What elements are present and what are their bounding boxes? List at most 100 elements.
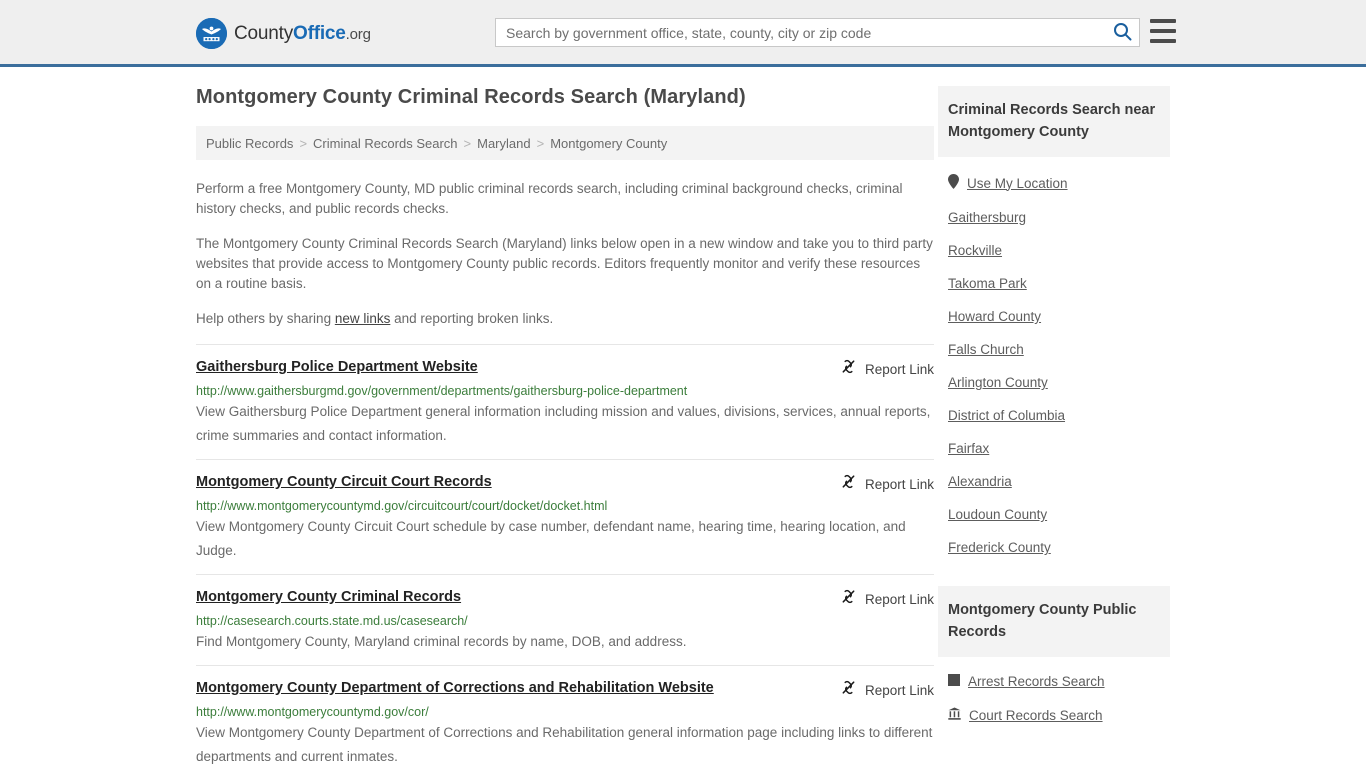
nearby-panel-list: Use My Location Gaithersburg Rockville T…: [938, 157, 1170, 564]
result-url[interactable]: http://www.montgomerycountymd.gov/cor/: [196, 705, 934, 719]
public-records-panel-list: Arrest Records Search Court Records Sear…: [938, 657, 1170, 732]
sidebar-link-label[interactable]: Court Records Search: [969, 708, 1103, 723]
sidebar: Criminal Records Search near Montgomery …: [938, 86, 1170, 732]
report-link-button[interactable]: Report Link: [840, 679, 934, 701]
result-item: Gaithersburg Police Department Website R…: [196, 344, 934, 459]
result-title-link[interactable]: Gaithersburg Police Department Website: [196, 358, 478, 377]
share-text-before: Help others by sharing: [196, 311, 335, 326]
result-title-link[interactable]: Montgomery County Criminal Records: [196, 588, 461, 607]
report-link-button[interactable]: Report Link: [840, 358, 934, 380]
site-header: CountyOffice.org: [0, 0, 1366, 67]
map-pin-icon: [948, 174, 959, 192]
search-input[interactable]: [496, 19, 1105, 46]
hamburger-bar-1: [1150, 19, 1176, 23]
search-bar[interactable]: [495, 18, 1140, 47]
broken-link-icon: [840, 473, 857, 495]
report-link-label: Report Link: [864, 361, 934, 377]
sidebar-link-label[interactable]: Gaithersburg: [948, 210, 1026, 225]
result-item: Montgomery County Circuit Court Records …: [196, 459, 934, 574]
breadcrumb: Public Records > Criminal Records Search…: [196, 126, 934, 160]
logo-word-county: County: [234, 22, 294, 44]
breadcrumb-item-montgomery-county[interactable]: Montgomery County: [550, 136, 667, 151]
result-item: Montgomery County Department of Correcti…: [196, 665, 934, 768]
result-description: View Montgomery County Circuit Court sch…: [196, 519, 906, 558]
result-description: View Montgomery County Department of Cor…: [196, 725, 933, 764]
intro-paragraph-3: Help others by sharing new links and rep…: [196, 309, 934, 329]
logo-word-org: .org: [345, 25, 371, 43]
result-title-link[interactable]: Montgomery County Department of Correcti…: [196, 679, 714, 698]
sidebar-link-label[interactable]: Use My Location: [967, 176, 1068, 191]
sidebar-item-fairfax[interactable]: Fairfax: [938, 432, 1170, 465]
courthouse-icon: [948, 707, 961, 723]
sidebar-item-rockville[interactable]: Rockville: [938, 234, 1170, 267]
sidebar-item-gaithersburg[interactable]: Gaithersburg: [938, 201, 1170, 234]
hamburger-menu-icon[interactable]: [1150, 19, 1176, 43]
report-link-label: Report Link: [864, 682, 934, 698]
sidebar-link-label[interactable]: Howard County: [948, 309, 1041, 324]
new-links-link[interactable]: new links: [335, 311, 391, 326]
sidebar-item-alexandria[interactable]: Alexandria: [938, 465, 1170, 498]
breadcrumb-separator: >: [463, 135, 472, 151]
sidebar-item-falls-church[interactable]: Falls Church: [938, 333, 1170, 366]
result-url[interactable]: http://www.montgomerycountymd.gov/circui…: [196, 499, 934, 513]
sidebar-link-label[interactable]: Fairfax: [948, 441, 989, 456]
broken-link-icon: [840, 358, 857, 380]
sidebar-item-takoma-park[interactable]: Takoma Park: [938, 267, 1170, 300]
report-link-button[interactable]: Report Link: [840, 588, 934, 610]
logo-word-office: Office: [293, 22, 346, 44]
sidebar-item-use-my-location[interactable]: Use My Location: [938, 165, 1170, 201]
intro-paragraph-1: Perform a free Montgomery County, MD pub…: [196, 181, 903, 216]
public-records-panel-title: Montgomery County Public Records: [938, 586, 1170, 657]
sidebar-item-arlington-county[interactable]: Arlington County: [938, 366, 1170, 399]
sidebar-link-label[interactable]: Frederick County: [948, 540, 1051, 555]
sidebar-link-label[interactable]: Loudoun County: [948, 507, 1047, 522]
share-text-after: and reporting broken links.: [390, 311, 554, 326]
sidebar-link-label[interactable]: District of Columbia: [948, 408, 1065, 423]
result-title-link[interactable]: Montgomery County Circuit Court Records: [196, 473, 492, 492]
report-link-label: Report Link: [864, 591, 934, 607]
sidebar-item-howard-county[interactable]: Howard County: [938, 300, 1170, 333]
sidebar-item-district-of-columbia[interactable]: District of Columbia: [938, 399, 1170, 432]
sidebar-link-label[interactable]: Arlington County: [948, 375, 1048, 390]
broken-link-icon: [840, 679, 857, 701]
result-item: Montgomery County Criminal Records Repor…: [196, 574, 934, 665]
main-content: Montgomery County Criminal Records Searc…: [196, 86, 934, 768]
report-link-label: Report Link: [864, 476, 934, 492]
result-header: Gaithersburg Police Department Website R…: [196, 358, 934, 380]
sidebar-link-label[interactable]: Falls Church: [948, 342, 1024, 357]
sidebar-item-court-records-search[interactable]: Court Records Search: [938, 698, 1170, 732]
result-header: Montgomery County Department of Correcti…: [196, 679, 934, 701]
breadcrumb-separator: >: [536, 135, 545, 151]
sidebar-item-frederick-county[interactable]: Frederick County: [938, 531, 1170, 564]
search-icon: [1113, 22, 1132, 44]
result-description: View Gaithersburg Police Department gene…: [196, 404, 931, 443]
result-header: Montgomery County Circuit Court Records …: [196, 473, 934, 495]
intro-paragraph-2: The Montgomery County Criminal Records S…: [196, 236, 933, 291]
result-description: Find Montgomery County, Maryland crimina…: [196, 634, 687, 649]
breadcrumb-item-criminal-records-search[interactable]: Criminal Records Search: [313, 136, 458, 151]
search-button[interactable]: [1105, 19, 1139, 46]
result-url[interactable]: http://casesearch.courts.state.md.us/cas…: [196, 614, 934, 628]
page-title: Montgomery County Criminal Records Searc…: [196, 86, 746, 108]
sidebar-link-label[interactable]: Takoma Park: [948, 276, 1027, 291]
eagle-seal-icon: [196, 18, 227, 49]
sidebar-link-label[interactable]: Alexandria: [948, 474, 1012, 489]
report-link-button[interactable]: Report Link: [840, 473, 934, 495]
nearby-panel-title: Criminal Records Search near Montgomery …: [938, 86, 1170, 157]
broken-link-icon: [840, 588, 857, 610]
hamburger-bar-2: [1150, 29, 1176, 33]
sidebar-link-label[interactable]: Arrest Records Search: [968, 674, 1105, 689]
sidebar-item-loudoun-county[interactable]: Loudoun County: [938, 498, 1170, 531]
breadcrumb-item-maryland[interactable]: Maryland: [477, 136, 530, 151]
site-logo-text: CountyOffice.org: [234, 23, 371, 45]
hamburger-bar-3: [1150, 39, 1176, 43]
square-icon: [948, 674, 960, 689]
sidebar-item-arrest-records-search[interactable]: Arrest Records Search: [938, 665, 1170, 698]
sidebar-link-label[interactable]: Rockville: [948, 243, 1002, 258]
site-logo[interactable]: CountyOffice.org: [196, 18, 371, 49]
breadcrumb-item-public-records[interactable]: Public Records: [206, 136, 293, 151]
result-header: Montgomery County Criminal Records Repor…: [196, 588, 934, 610]
result-url[interactable]: http://www.gaithersburgmd.gov/government…: [196, 384, 934, 398]
breadcrumb-separator: >: [299, 135, 308, 151]
